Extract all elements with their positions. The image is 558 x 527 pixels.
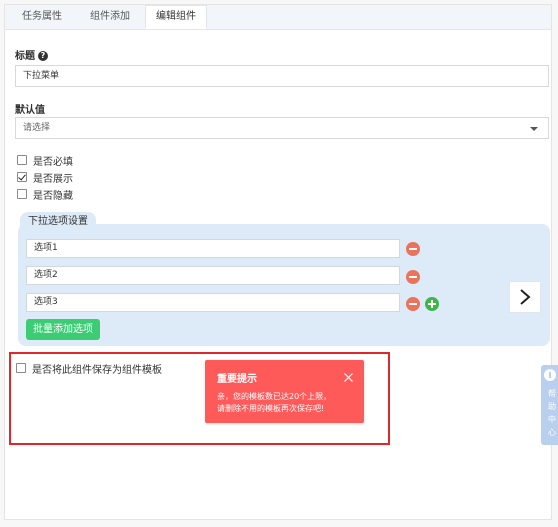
page: 任务属性 组件添加 编辑组件 标题? 下拉菜单 默认值 请选择 是否必填 是否展… <box>0 0 558 527</box>
default-value-label: 默认值 <box>15 105 45 116</box>
checkbox-show-label: 是否展示 <box>33 173 73 185</box>
close-icon[interactable] <box>344 373 353 382</box>
toast-message-line-1: 亲，您的模板数已达20个上限， <box>217 392 332 401</box>
toast-title: 重要提示 <box>217 374 257 385</box>
chevron-down-icon <box>530 127 538 131</box>
help-center-char-3: 中 <box>548 415 556 424</box>
help-center-char-4: 心 <box>548 428 556 437</box>
remove-option-3-button[interactable] <box>406 297 420 311</box>
option-input-2[interactable]: 选项2 <box>26 266 400 285</box>
checkbox-show-box[interactable] <box>17 172 27 182</box>
next-button[interactable] <box>509 281 541 313</box>
chevron-right-icon <box>520 289 531 305</box>
info-icon <box>544 369 556 381</box>
checkbox-hidden-label: 是否隐藏 <box>33 190 73 202</box>
option-input-3[interactable]: 选项3 <box>26 293 400 312</box>
checkbox-hidden[interactable]: 是否隐藏 <box>17 187 73 202</box>
checkbox-required[interactable]: 是否必填 <box>17 153 73 168</box>
checkbox-show[interactable]: 是否展示 <box>17 170 73 185</box>
tab-edit-component[interactable]: 编辑组件 <box>145 5 207 29</box>
help-center-char-2: 助 <box>548 402 556 411</box>
checkbox-save-template-box[interactable] <box>16 363 26 373</box>
add-option-button[interactable] <box>425 297 439 311</box>
tab-bar: 任务属性 组件添加 编辑组件 <box>5 5 551 30</box>
tab-add-component[interactable]: 组件添加 <box>77 5 143 29</box>
default-value-placeholder: 请选择 <box>23 123 51 133</box>
default-value-select[interactable]: 请选择 <box>15 117 549 139</box>
checkbox-required-box[interactable] <box>17 155 27 165</box>
help-icon[interactable]: ? <box>38 51 48 61</box>
batch-add-options-button[interactable]: 批量添加选项 <box>26 319 100 340</box>
option-input-1[interactable]: 选项1 <box>26 239 400 258</box>
help-center-tab[interactable]: 帮 助 中 心 <box>541 365 558 445</box>
checkbox-save-template[interactable]: 是否将此组件保存为组件模板 <box>16 361 162 376</box>
toast-message-line-2: 请删除不用的模板再次保存吧! <box>217 404 325 413</box>
dropdown-options-title: 下拉选项设置 <box>20 212 96 232</box>
tab-task-properties[interactable]: 任务属性 <box>13 5 71 29</box>
title-label-text: 标题 <box>15 51 35 62</box>
checkbox-hidden-box[interactable] <box>17 189 27 199</box>
warning-toast: 重要提示 亲，您的模板数已达20个上限， 请删除不用的模板再次保存吧! <box>205 360 364 423</box>
checkbox-required-label: 是否必填 <box>33 156 73 168</box>
checkbox-save-template-label: 是否将此组件保存为组件模板 <box>32 364 162 376</box>
title-label: 标题? <box>15 47 48 62</box>
help-center-char-1: 帮 <box>548 389 556 398</box>
title-input[interactable]: 下拉菜单 <box>15 65 549 87</box>
remove-option-1-button[interactable] <box>406 242 420 256</box>
remove-option-2-button[interactable] <box>406 270 420 284</box>
